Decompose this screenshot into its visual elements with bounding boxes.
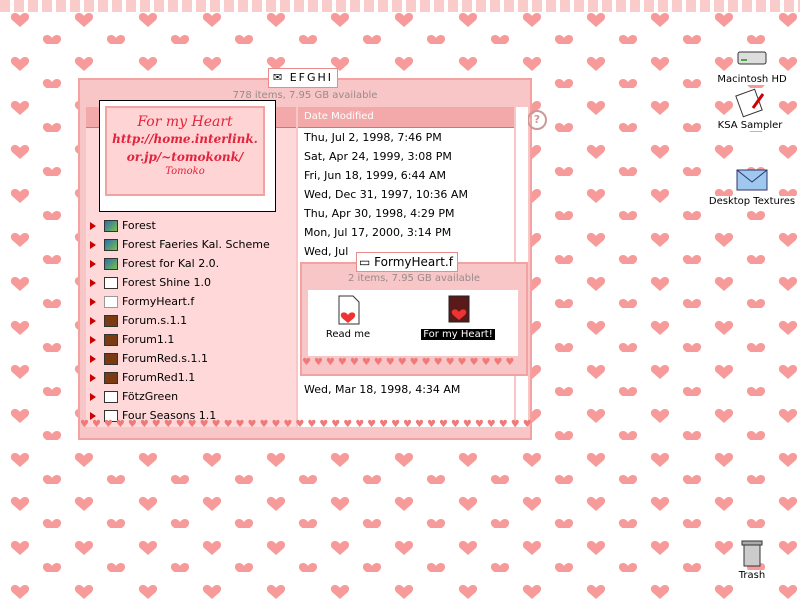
folder-content: Read me For my Heart! <box>308 290 518 356</box>
list-item[interactable]: Forest for Kal 2.0. <box>86 254 296 273</box>
mail-icon <box>104 409 118 422</box>
list-item-name: FötzGreen <box>122 390 179 403</box>
desktop-icon-ksa-sampler[interactable]: KSA Sampler <box>700 88 800 131</box>
theme-icon <box>104 352 118 365</box>
desktop-icon-macintosh-hd[interactable]: Macintosh HD <box>702 42 800 85</box>
desktop-icon-label: Macintosh HD <box>715 74 789 85</box>
list-item-name: Four Seasons 1.1 <box>122 409 217 422</box>
document-heart-icon <box>308 294 388 329</box>
list-item-name: FormyHeart.f <box>122 295 195 308</box>
list-item-name: Forest Shine 1.0 <box>122 276 211 289</box>
list-item-name: Forest for Kal 2.0. <box>122 257 220 270</box>
finder-window-formyheart[interactable]: ▭ FormyHeart.f 2 items, 7.95 GB availabl… <box>300 252 528 376</box>
date-cell: Sat, Apr 24, 1999, 3:08 PM <box>304 150 452 163</box>
desktop-icon-label: Trash <box>736 570 768 581</box>
document-icon <box>104 295 118 308</box>
envelope-icon <box>735 164 769 194</box>
list-item[interactable]: Forest Faeries Kal. Scheme <box>86 235 296 254</box>
menu-bar-strip <box>0 0 800 12</box>
disclosure-triangle-icon[interactable] <box>90 392 96 401</box>
file-read-me[interactable]: Read me <box>308 294 388 340</box>
disclosure-triangle-icon[interactable] <box>90 316 96 325</box>
list-item-name: Forest Faeries Kal. Scheme <box>122 238 270 251</box>
application-heart-icon <box>418 294 498 329</box>
date-cell: Wed, Dec 31, 1997, 10:36 AM <box>304 188 468 201</box>
mail-icon: ✉ <box>273 71 285 84</box>
forest-icon <box>104 219 118 232</box>
disclosure-triangle-icon[interactable] <box>90 411 96 420</box>
list-item[interactable]: ForumRed1.1 <box>86 368 296 387</box>
forest-icon <box>104 257 118 270</box>
list-item-name: Forum.s.1.1 <box>122 314 188 327</box>
disclosure-triangle-icon[interactable] <box>90 259 96 268</box>
help-button[interactable]: ? <box>527 110 547 130</box>
date-column-header[interactable]: Date Modified <box>298 107 514 128</box>
folder-icon: ▭ <box>359 255 371 269</box>
disclosure-triangle-icon[interactable] <box>90 373 96 382</box>
mail-icon <box>104 276 118 289</box>
file-for-my-heart[interactable]: For my Heart! <box>418 294 498 340</box>
file-label-selected: For my Heart! <box>421 329 495 340</box>
desktop-icon-desktop-textures[interactable]: Desktop Textures <box>702 164 800 207</box>
list-item[interactable]: ForumRed.s.1.1 <box>86 349 296 368</box>
forest-icon <box>104 238 118 251</box>
sticky-title: For my Heart <box>137 114 233 130</box>
list-item[interactable]: FötzGreen <box>86 387 296 406</box>
list-item-name: Forest <box>122 219 156 232</box>
list-item[interactable]: Forum1.1 <box>86 330 296 349</box>
list-item[interactable]: Forest Shine 1.0 <box>86 273 296 292</box>
list-item[interactable]: Forum.s.1.1 <box>86 311 296 330</box>
desktop-icon-label: Desktop Textures <box>706 196 798 207</box>
hard-drive-icon <box>735 42 769 72</box>
disclosure-triangle-icon[interactable] <box>90 354 96 363</box>
list-item-name: Forum1.1 <box>122 333 175 346</box>
window-title-tab[interactable]: ▭ FormyHeart.f <box>356 252 458 272</box>
window-title: EFGHI <box>289 71 334 84</box>
sticky-url-line2: or.jp/~tomokonk/ <box>126 150 244 164</box>
list-item-name: ForumRed1.1 <box>122 371 196 384</box>
sticky-note[interactable]: For my Heart http://home.interlink. or.j… <box>99 100 276 212</box>
list-item[interactable]: Four Seasons 1.1 <box>86 406 296 425</box>
window-title-tab[interactable]: ✉ EFGHI <box>268 68 339 88</box>
date-cell: Thu, Jul 2, 1998, 7:46 PM <box>304 131 442 144</box>
sampler-icon <box>733 88 767 118</box>
disclosure-triangle-icon[interactable] <box>90 221 96 230</box>
file-label: Read me <box>325 329 371 340</box>
disclosure-triangle-icon[interactable] <box>90 335 96 344</box>
theme-icon <box>104 333 118 346</box>
date-cell: Wed, Mar 18, 1998, 4:34 AM <box>304 383 461 396</box>
window-title: FormyHeart.f <box>374 255 453 269</box>
sticky-signature: Tomoko <box>165 166 205 177</box>
theme-icon <box>104 371 118 384</box>
list-item-name: ForumRed.s.1.1 <box>122 352 208 365</box>
mail-icon <box>104 390 118 403</box>
theme-icon <box>104 314 118 327</box>
date-cell: Mon, Jul 17, 2000, 3:14 PM <box>304 226 452 239</box>
trash-icon <box>735 538 769 568</box>
sticky-note-body: For my Heart http://home.interlink. or.j… <box>105 106 265 196</box>
disclosure-triangle-icon[interactable] <box>90 240 96 249</box>
sticky-url-line1: http://home.interlink. <box>112 132 258 146</box>
heart-border-bottom: ♥♥♥♥♥♥♥♥♥♥♥♥♥♥♥♥♥♥ <box>302 357 518 368</box>
desktop-icon-label: KSA Sampler <box>715 120 785 131</box>
date-cell: Fri, Jun 18, 1999, 6:44 AM <box>304 169 446 182</box>
list-item[interactable]: FormyHeart.f <box>86 292 296 311</box>
disclosure-triangle-icon[interactable] <box>90 278 96 287</box>
desktop-icon-trash[interactable]: Trash <box>702 538 800 581</box>
date-cell: Thu, Apr 30, 1998, 4:29 PM <box>304 207 455 220</box>
disclosure-triangle-icon[interactable] <box>90 297 96 306</box>
list-item[interactable]: Forest <box>86 216 296 235</box>
window-info-bar: 2 items, 7.95 GB available <box>347 273 481 284</box>
